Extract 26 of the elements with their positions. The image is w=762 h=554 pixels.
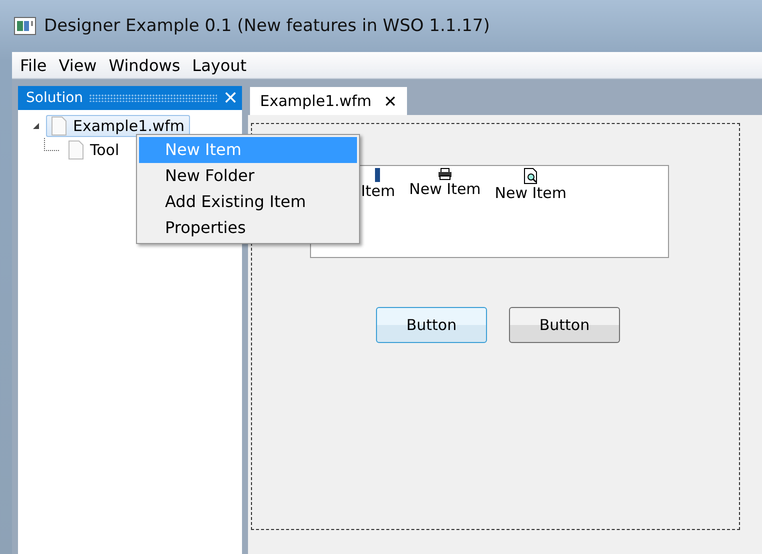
form-button[interactable]: Button — [509, 307, 620, 343]
toolbar-label[interactable]: New Item — [494, 184, 566, 202]
toolbar-label[interactable]: New Item — [409, 180, 481, 198]
menu-item[interactable]: File — [20, 56, 47, 74]
context-menu-item[interactable]: Properties — [139, 215, 357, 241]
close-icon[interactable]: ✕ — [384, 92, 397, 110]
toolbar-label[interactable]: Item — [361, 182, 396, 200]
context-menu-item[interactable]: Add Existing Item — [139, 189, 357, 215]
file-icon — [68, 140, 84, 160]
tree-item[interactable]: Tool — [63, 139, 124, 161]
app-icon — [14, 17, 36, 35]
expander-icon[interactable] — [32, 122, 40, 130]
document-tab[interactable]: Example1.wfm ✕ — [250, 87, 407, 115]
window-title: Designer Example 0.1 (New features in WSO 1.1.17) — [44, 16, 490, 36]
tree-item[interactable]: Example1.wfm — [46, 115, 190, 137]
printer-icon[interactable] — [438, 168, 452, 180]
file-icon — [51, 116, 67, 136]
context-menu-item[interactable]: New Folder — [139, 163, 357, 189]
form-button[interactable]: Button — [376, 307, 487, 343]
menu-item[interactable]: Windows — [108, 56, 180, 74]
menu-item[interactable]: View — [58, 56, 97, 74]
toolbar-icon[interactable] — [375, 168, 382, 182]
print-preview-icon[interactable] — [524, 168, 538, 184]
menu-item[interactable]: Layout — [192, 56, 247, 74]
close-button[interactable]: ✕ — [223, 88, 238, 108]
panel-title: Solution — [26, 90, 84, 106]
